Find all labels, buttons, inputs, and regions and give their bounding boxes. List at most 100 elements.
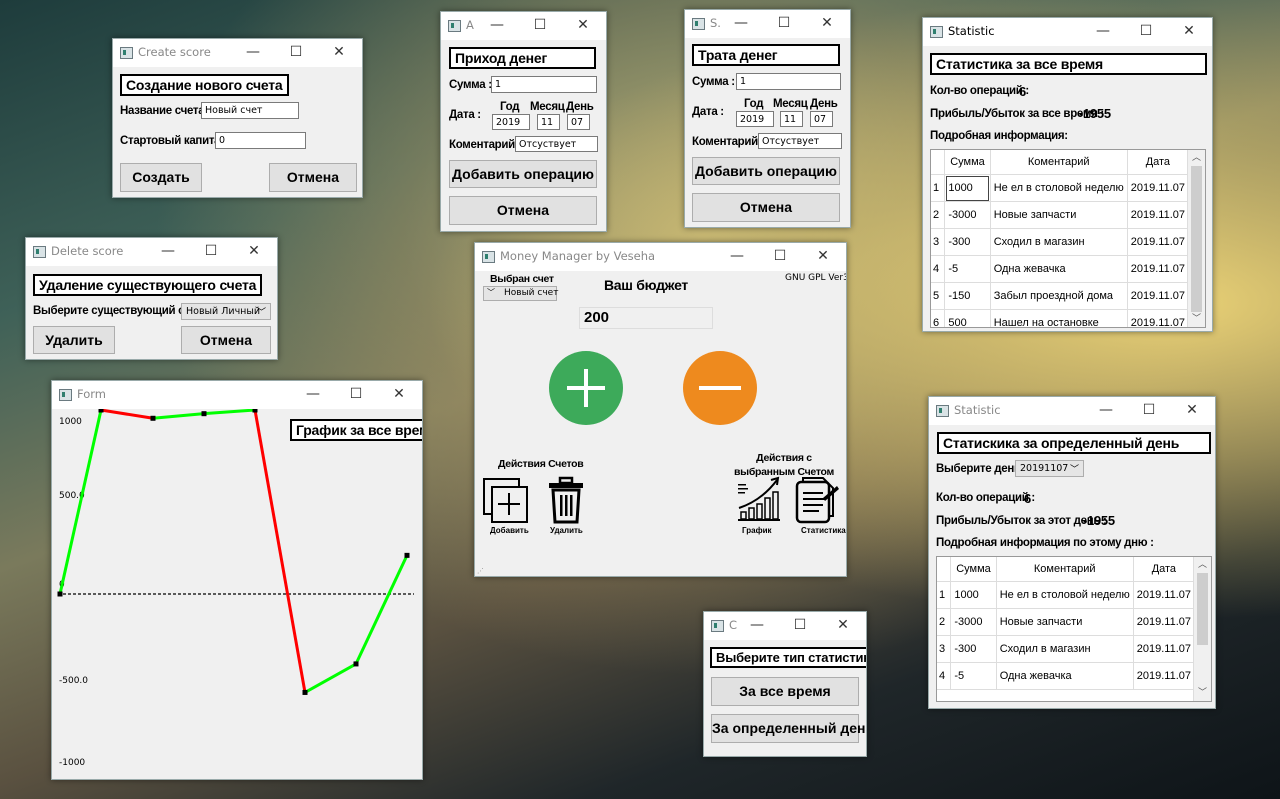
maximize-icon[interactable]: ☐ [1124,18,1168,46]
month-input[interactable]: 11 [537,114,560,130]
delete-button[interactable]: Удалить [33,326,115,354]
comment-cell[interactable]: Не ел в столовой неделю [990,174,1128,202]
date-cell[interactable]: 2019.11.07 [1127,255,1190,283]
all-time-button[interactable]: За все время [711,677,859,706]
maximize-icon[interactable]: ☐ [274,39,318,67]
title-bar[interactable]: Create score — ☐ ✕ [113,39,362,67]
start-capital-input[interactable]: 0 [215,132,306,149]
scroll-up-icon[interactable]: ︿ [1188,150,1205,166]
add-expense-button[interactable] [683,351,757,425]
date-cell[interactable]: 2019.11.07 [1133,608,1196,636]
create-button[interactable]: Создать [120,163,202,192]
vertical-scrollbar[interactable]: ︿ ﹀ [1193,557,1211,701]
maximize-icon[interactable]: ☐ [189,238,233,266]
close-icon[interactable]: ✕ [821,612,865,640]
title-bar[interactable]: Form — ☐ ✕ [52,381,422,409]
year-input[interactable]: 2019 [492,114,530,130]
title-bar[interactable]: A — ☐ ✕ [441,12,606,40]
scroll-up-icon[interactable]: ︿ [1194,557,1211,573]
close-icon[interactable]: ✕ [1167,18,1211,46]
table-row[interactable]: 3 -300 Сходил в магазин 2019.11.07 [937,635,1196,663]
operations-table[interactable]: Сумма Коментарий Дата 1 1000 Не ел в столо… [930,149,1206,328]
minimize-icon[interactable]: — [231,39,275,67]
maximize-icon[interactable]: ☐ [758,243,802,271]
comment-cell[interactable]: Сходил в магазин [990,228,1128,256]
cancel-button[interactable]: Отмена [692,193,840,222]
close-icon[interactable]: ✕ [1170,397,1214,425]
date-cell[interactable]: 2019.11.07 [1133,635,1196,663]
minimize-icon[interactable]: — [291,381,335,409]
sum-input[interactable]: 1 [736,73,841,90]
year-input[interactable]: 2019 [736,111,774,127]
comment-cell[interactable]: Новые запчасти [996,608,1134,636]
title-bar[interactable]: Statistic — ☐ ✕ [929,397,1215,425]
sum-cell[interactable]: 1000 [950,581,997,609]
add-income-button[interactable] [549,351,623,425]
add-operation-button[interactable]: Добавить операцию [449,160,597,188]
table-row[interactable]: 5 -150 Забыл проездной дома 2019.11.07 [931,282,1190,310]
comment-input[interactable]: Отсуствует [758,133,842,149]
cancel-button[interactable]: Отмена [449,196,597,225]
sum-cell[interactable]: -150 [944,282,991,310]
account-select[interactable]: ﹀ Новый счет [483,286,558,301]
account-select[interactable]: Новый Личный ﹀ [181,303,271,320]
sum-cell[interactable]: -300 [944,228,991,256]
title-bar[interactable]: Money Manager by Veseha — ☐ ✕ [475,243,846,271]
close-icon[interactable]: ✕ [232,238,276,266]
day-select[interactable]: 20191107 ﹀ [1015,460,1084,477]
column-header[interactable]: Сумма [944,150,991,175]
close-icon[interactable]: ✕ [377,381,421,409]
table-row[interactable]: 1 1000 Не ел в столовой неделю 2019.11.07 [931,174,1190,202]
close-icon[interactable]: ✕ [317,39,361,67]
maximize-icon[interactable]: ☐ [762,10,806,38]
sum-cell[interactable]: 1000 [944,174,991,202]
add-operation-button[interactable]: Добавить операцию [692,157,840,185]
table-row[interactable]: 1 1000 Не ел в столовой неделю 2019.11.07 [937,581,1196,609]
maximize-icon[interactable]: ☐ [334,381,378,409]
minimize-icon[interactable]: — [475,12,519,40]
comment-input[interactable]: Отсуствует [515,136,598,152]
table-row[interactable]: 2 -3000 Новые запчасти 2019.11.07 [931,201,1190,229]
sum-cell[interactable]: -3000 [950,608,997,636]
date-cell[interactable]: 2019.11.07 [1127,174,1190,202]
delete-account-button[interactable] [546,476,586,524]
day-input[interactable]: 07 [810,111,833,127]
account-name-input[interactable]: Новый счет [201,102,299,119]
sum-input[interactable]: 1 [491,76,597,93]
statistics-button[interactable] [793,476,839,524]
table-row[interactable]: 3 -300 Сходил в магазин 2019.11.07 [931,228,1190,256]
title-bar[interactable]: Statistic — ☐ ✕ [923,18,1212,46]
maximize-icon[interactable]: ☐ [1127,397,1171,425]
table-row[interactable]: 4 -5 Одна жевачка 2019.11.07 [937,662,1196,690]
month-input[interactable]: 11 [780,111,803,127]
close-icon[interactable]: ✕ [805,10,849,38]
date-cell[interactable]: 2019.11.07 [1133,581,1196,609]
comment-cell[interactable]: Нашел на остановке [990,309,1128,327]
maximize-icon[interactable]: ☐ [778,612,822,640]
sum-cell[interactable]: -300 [950,635,997,663]
maximize-icon[interactable]: ☐ [518,12,562,40]
comment-cell[interactable]: Сходил в магазин [996,635,1134,663]
title-bar[interactable]: S. — ☐ ✕ [685,10,850,38]
resize-grip-icon[interactable]: ⋰ [477,567,484,575]
title-bar[interactable]: C — ☐ ✕ [704,612,866,640]
column-header[interactable]: Коментарий [990,150,1128,175]
sum-cell[interactable]: -5 [950,662,997,690]
column-header[interactable]: Дата [1127,150,1190,175]
minimize-icon[interactable]: — [146,238,190,266]
minimize-icon[interactable]: — [719,10,763,38]
column-header[interactable]: Коментарий [996,557,1134,582]
table-row[interactable]: 2 -3000 Новые запчасти 2019.11.07 [937,608,1196,636]
add-account-button[interactable] [482,476,530,524]
scroll-down-icon[interactable]: ﹀ [1188,311,1205,327]
operations-table[interactable]: Сумма Коментарий Дата 1 1000 Не ел в столо… [936,556,1212,702]
sum-cell[interactable]: 500 [944,309,991,327]
specific-day-button[interactable]: За определенный день [711,714,866,743]
table-row[interactable]: 4 -5 Одна жевачка 2019.11.07 [931,255,1190,283]
scroll-down-icon[interactable]: ﹀ [1194,685,1211,701]
comment-cell[interactable]: Одна жевачка [990,255,1128,283]
column-header[interactable]: Дата [1133,557,1196,582]
minimize-icon[interactable]: — [1081,18,1125,46]
date-cell[interactable]: 2019.11.07 [1127,282,1190,310]
date-cell[interactable]: 2019.11.07 [1127,201,1190,229]
